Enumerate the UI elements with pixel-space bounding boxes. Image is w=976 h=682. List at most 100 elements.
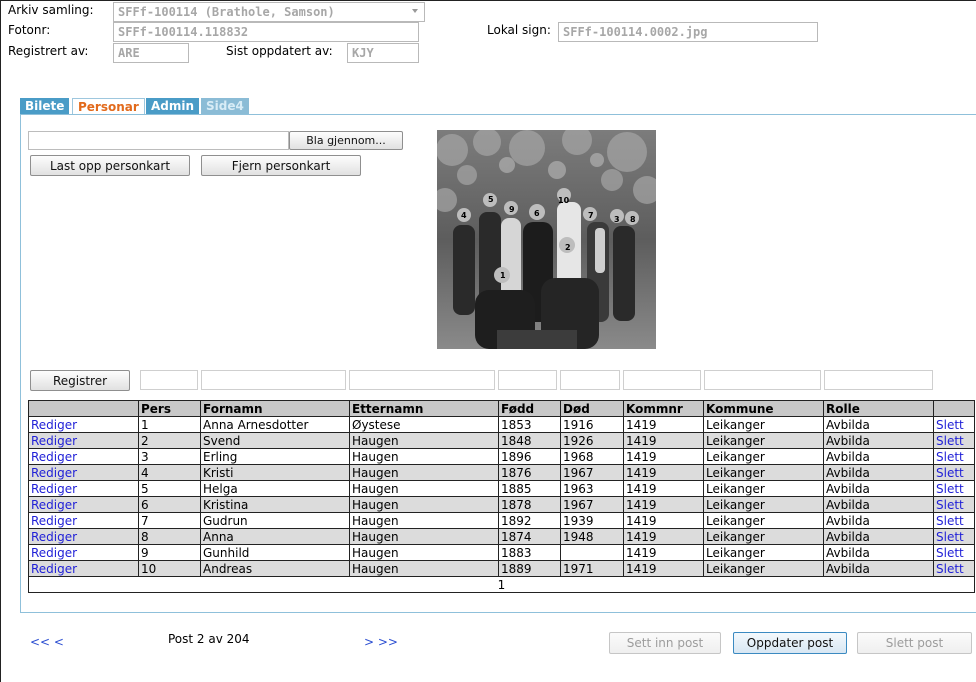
arkiv-samling-value: SFFf-100114 (Brathole, Samson) [118, 5, 335, 19]
first-prev-nav-link[interactable]: << < [30, 635, 64, 649]
cell-rolle: Avbilda [823, 448, 934, 465]
cell-fornamn: Kristina [200, 496, 350, 513]
cell-pers: 8 [138, 528, 201, 545]
slett-link[interactable]: Slett [936, 482, 964, 496]
cell-pers: 3 [138, 448, 201, 465]
cell-rolle: Avbilda [823, 544, 934, 561]
rediger-link[interactable]: Rediger [31, 514, 77, 528]
slett-post-button[interactable]: Slett post [857, 632, 972, 654]
sist-oppdatert-field[interactable]: KJY [347, 43, 419, 63]
kommune-input[interactable] [704, 370, 821, 390]
dod-input[interactable] [560, 370, 620, 390]
fotonr-field[interactable]: SFFf-100114.118832 [113, 22, 419, 42]
cell-fornamn: Anna [200, 528, 350, 545]
registrert-av-label: Registrert av: [8, 44, 89, 58]
cell-kommune: Leikanger [703, 464, 824, 481]
rolle-input[interactable] [824, 370, 933, 390]
oppdater-post-button[interactable]: Oppdater post [733, 632, 847, 654]
slett-link[interactable]: Slett [936, 418, 964, 432]
slett-link[interactable]: Slett [936, 466, 964, 480]
delete-cell: Slett [933, 560, 975, 577]
cell-etternamn: Haugen [349, 512, 499, 529]
cell-etternamn: Øystese [349, 416, 499, 433]
rediger-link[interactable]: Rediger [31, 450, 77, 464]
pager-page-1[interactable]: 1 [28, 576, 975, 593]
slett-link[interactable]: Slett [936, 434, 964, 448]
table-row: Rediger 6 Kristina Haugen 1878 1967 1419 Leikan… [28, 496, 975, 513]
edit-cell: Rediger [28, 560, 139, 577]
cell-kommune: Leikanger [703, 512, 824, 529]
cell-fornamn: Svend [200, 432, 350, 449]
lokal-sign-field[interactable]: SFFf-100114.0002.jpg [558, 22, 818, 42]
col-header-fornamn: Fornamn [200, 400, 350, 417]
next-last-nav-link[interactable]: > >> [364, 635, 398, 649]
cell-fornamn: Gunhild [200, 544, 350, 561]
cell-rolle: Avbilda [823, 432, 934, 449]
fornamn-input[interactable] [201, 370, 346, 390]
cell-dod: 1967 [560, 496, 624, 513]
slett-link[interactable]: Slett [936, 450, 964, 464]
edit-cell: Rediger [28, 544, 139, 561]
rediger-link[interactable]: Rediger [31, 546, 77, 560]
registrer-button[interactable]: Registrer [30, 370, 130, 391]
chevron-down-icon [412, 9, 418, 13]
cell-rolle: Avbilda [823, 528, 934, 545]
slett-link[interactable]: Slett [936, 546, 964, 560]
cell-kommnr: 1419 [623, 432, 704, 449]
cell-fodd: 1889 [498, 560, 561, 577]
registrert-av-field[interactable]: ARE [113, 43, 189, 63]
cell-kommnr: 1419 [623, 560, 704, 577]
delete-cell: Slett [933, 512, 975, 529]
browse-button[interactable]: Bla gjennom... [289, 131, 403, 150]
cell-pers: 6 [138, 496, 201, 513]
tab-bilete[interactable]: Bilete [20, 98, 70, 115]
rediger-link[interactable]: Rediger [31, 418, 77, 432]
table-row: Rediger 9 Gunhild Haugen 1883 1419 Leikanger Av… [28, 544, 975, 561]
upload-personkart-button[interactable]: Last opp personkart [30, 155, 190, 176]
rediger-link[interactable]: Rediger [31, 530, 77, 544]
post-status-text: Post 2 av 204 [168, 632, 250, 646]
kommnr-input[interactable] [623, 370, 701, 390]
remove-personkart-button[interactable]: Fjern personkart [201, 155, 361, 176]
table-row: Rediger 1 Anna Arnesdotter Øystese 1853 1916 1… [28, 416, 975, 433]
rediger-link[interactable]: Rediger [31, 482, 77, 496]
person-marker-4: 4 [461, 211, 467, 220]
arkiv-samling-select[interactable]: SFFf-100114 (Brathole, Samson) [113, 2, 425, 22]
rediger-link[interactable]: Rediger [31, 562, 77, 576]
cell-fornamn: Erling [200, 448, 350, 465]
cell-fodd: 1878 [498, 496, 561, 513]
slett-link[interactable]: Slett [936, 530, 964, 544]
table-header-row: Pers Fornamn Etternamn Fødd Død Kommnr K… [28, 400, 975, 417]
col-header-dod: Død [560, 400, 624, 417]
delete-cell: Slett [933, 528, 975, 545]
cell-fodd: 1874 [498, 528, 561, 545]
cell-fodd: 1853 [498, 416, 561, 433]
delete-cell: Slett [933, 544, 975, 561]
cell-etternamn: Haugen [349, 432, 499, 449]
cell-pers: 5 [138, 480, 201, 497]
file-path-input[interactable] [28, 131, 289, 150]
tab-side4[interactable]: Side4 [201, 98, 249, 115]
cell-kommune: Leikanger [703, 480, 824, 497]
tab-admin[interactable]: Admin [146, 98, 200, 115]
slett-link[interactable]: Slett [936, 498, 964, 512]
pers-input[interactable] [140, 370, 198, 390]
group-photo: 4 5 9 6 10 7 3 8 1 2 [437, 130, 656, 349]
rediger-link[interactable]: Rediger [31, 498, 77, 512]
col-header-rolle: Rolle [823, 400, 934, 417]
table-row: Rediger 3 Erling Haugen 1896 1968 1419 Leikange… [28, 448, 975, 465]
person-marker-5: 5 [488, 195, 494, 204]
fodd-input[interactable] [498, 370, 557, 390]
slett-link[interactable]: Slett [936, 562, 964, 576]
sett-inn-post-button[interactable]: Sett inn post [609, 632, 721, 654]
col-header-edit [28, 400, 139, 417]
cell-kommnr: 1419 [623, 528, 704, 545]
table-row: Rediger 8 Anna Haugen 1874 1948 1419 Leikanger A… [28, 528, 975, 545]
etternamn-input[interactable] [349, 370, 495, 390]
rediger-link[interactable]: Rediger [31, 466, 77, 480]
rediger-link[interactable]: Rediger [31, 434, 77, 448]
delete-cell: Slett [933, 448, 975, 465]
cell-kommune: Leikanger [703, 528, 824, 545]
tab-personar[interactable]: Personar [72, 98, 145, 115]
slett-link[interactable]: Slett [936, 514, 964, 528]
